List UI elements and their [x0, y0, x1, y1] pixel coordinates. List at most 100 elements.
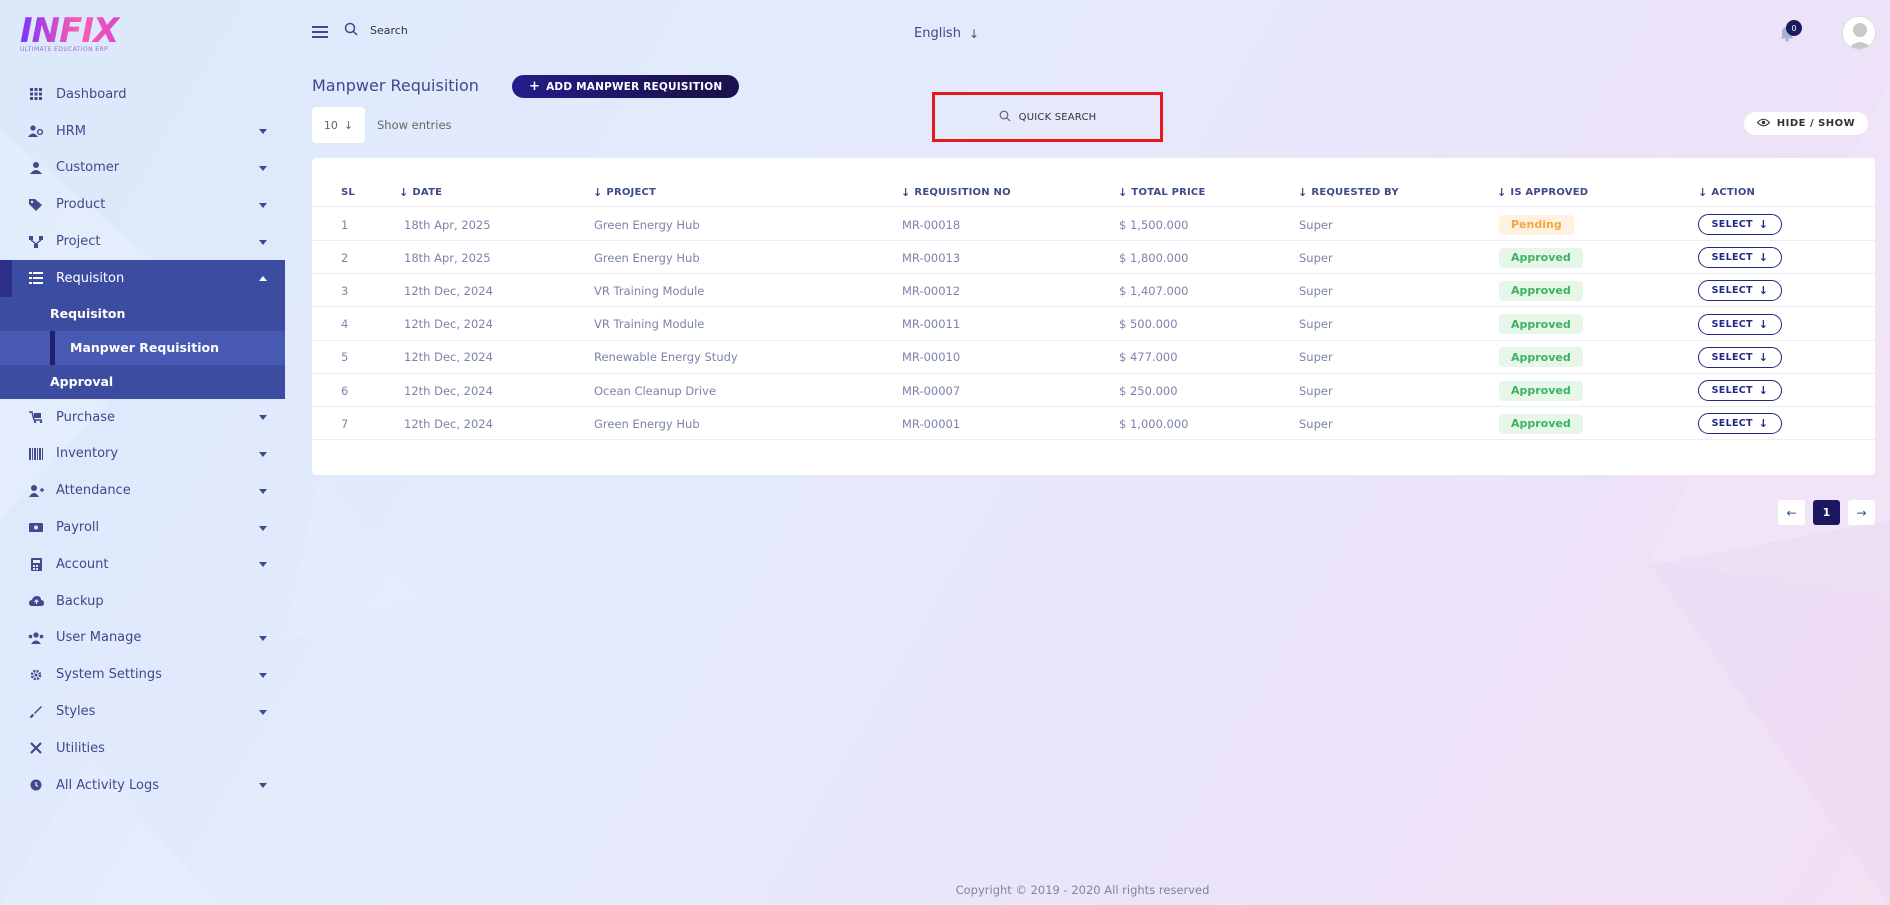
sidebar-item-activity-logs[interactable]: All Activity Logs [0, 767, 285, 804]
cell-req-no: MR-00013 [902, 250, 961, 265]
plus-icon: + [529, 79, 541, 94]
language-selector[interactable]: English ↓ [914, 26, 979, 41]
column-header-sl[interactable]: SL [341, 178, 355, 207]
select-label: SELECT [1711, 418, 1753, 430]
cell-by: Super [1299, 250, 1333, 265]
table-row: 5 12th Dec, 2024 Renewable Energy Study MR-… [312, 341, 1875, 374]
column-header-requisition-no[interactable]: ↓ REQUISITION NO [901, 178, 1011, 207]
cell-req-no: MR-00018 [902, 217, 961, 232]
sidebar-item-inventory[interactable]: Inventory [0, 436, 285, 473]
submenu-approval[interactable]: Approval [0, 365, 285, 399]
cell-date: 12th Dec, 2024 [404, 350, 493, 365]
logo[interactable]: INFIX ULTIMATE EDUCATION ERP [20, 14, 140, 58]
sidebar-item-styles[interactable]: Styles [0, 693, 285, 730]
column-header-action[interactable]: ↓ ACTION [1698, 178, 1755, 207]
cell-date: 12th Dec, 2024 [404, 383, 493, 398]
sidebar-item-label: Product [56, 197, 106, 213]
sidebar-item-purchase[interactable]: Purchase [0, 399, 285, 436]
notification-badge: 0 [1786, 20, 1802, 36]
select-action-button[interactable]: SELECT ↓ [1698, 413, 1782, 435]
quick-search-input[interactable]: QUICK SEARCH [932, 92, 1163, 142]
arrow-down-icon: ↓ [1758, 284, 1769, 298]
pagination-prev-button[interactable]: ← [1778, 500, 1805, 525]
submenu-requisition[interactable]: Requisiton [0, 297, 285, 331]
sidebar-item-label: Account [56, 556, 109, 572]
top-search[interactable]: Search [344, 22, 408, 39]
select-action-button[interactable]: SELECT ↓ [1698, 280, 1782, 302]
sidebar-item-system-settings[interactable]: System Settings [0, 656, 285, 693]
arrow-down-icon: ↓ [901, 186, 911, 199]
arrow-down-icon: ↓ [1758, 317, 1769, 331]
chevron-down-icon [259, 783, 267, 789]
sidebar-item-user-manage[interactable]: User Manage [0, 620, 285, 657]
sidebar-item-label: User Manage [56, 630, 142, 646]
logo-subtitle: ULTIMATE EDUCATION ERP [20, 46, 109, 53]
hamburger-menu-icon[interactable] [312, 26, 328, 40]
select-action-button[interactable]: SELECT ↓ [1698, 214, 1782, 235]
cell-req-no: MR-00001 [902, 416, 961, 431]
page-title: Manpwer Requisition [312, 76, 479, 95]
pagination-next-button[interactable]: → [1848, 500, 1875, 525]
cell-project: Green Energy Hub [594, 250, 700, 265]
settings-icon [28, 668, 44, 682]
sidebar-item-hrm[interactable]: HRM [0, 113, 285, 150]
sidebar-item-backup[interactable]: Backup [0, 583, 285, 620]
chevron-up-icon [259, 276, 267, 282]
column-header-project[interactable]: ↓ PROJECT [593, 178, 656, 207]
cell-req-no: MR-00011 [902, 317, 961, 332]
column-header-requested-by[interactable]: ↓ REQUESTED BY [1298, 178, 1399, 207]
dashboard-icon [28, 87, 44, 101]
arrow-down-icon: ↓ [1758, 417, 1769, 431]
table-row: 1 18th Apr, 2025 Green Energy Hub MR-00018 $… [312, 208, 1875, 241]
cell-by: Super [1299, 383, 1333, 398]
backup-icon [28, 594, 44, 608]
sidebar-item-label: Requisiton [56, 270, 125, 286]
arrow-down-icon: ↓ [1758, 384, 1769, 397]
arrow-down-icon: ↓ [1758, 251, 1769, 265]
sidebar-item-label: Dashboard [56, 86, 127, 102]
column-header-total-price[interactable]: ↓ TOTAL PRICE [1118, 178, 1206, 207]
search-icon [999, 110, 1011, 125]
user-avatar[interactable] [1842, 16, 1876, 50]
select-action-button[interactable]: SELECT ↓ [1698, 380, 1782, 401]
sidebar-item-product[interactable]: Product [0, 186, 285, 223]
select-action-button[interactable]: SELECT ↓ [1698, 247, 1782, 269]
sidebar-item-utilities[interactable]: Utilities [0, 730, 285, 767]
cell-req-no: MR-00007 [902, 383, 961, 398]
cell-req-no: MR-00010 [902, 350, 961, 365]
cell-action: SELECT ↓ [1698, 208, 1782, 241]
submenu-manpower-requisition[interactable]: Manpwer Requisition [0, 330, 285, 365]
cell-date: 12th Dec, 2024 [404, 317, 493, 332]
status-badge: Approved [1499, 380, 1583, 401]
select-action-button[interactable]: SELECT ↓ [1698, 346, 1782, 368]
arrow-down-icon: ↓ [343, 118, 354, 132]
table-header: SL ↓ DATE ↓ PROJECT ↓ REQUISITION NO ↓ TOTAL… [312, 178, 1875, 207]
add-manpower-requisition-button[interactable]: + ADD MANPWER REQUISITION [512, 75, 740, 98]
select-action-button[interactable]: SELECT ↓ [1698, 313, 1782, 335]
sidebar-item-account[interactable]: Account [0, 546, 285, 583]
sidebar-item-requisition[interactable]: Requisiton [0, 259, 285, 297]
sidebar-item-payroll[interactable]: Payroll [0, 509, 285, 546]
entries-value: 10 [323, 118, 338, 132]
cell-project: Ocean Cleanup Drive [594, 383, 716, 398]
sidebar-item-attendance[interactable]: Attendance [0, 472, 285, 509]
chevron-down-icon [259, 709, 267, 715]
column-header-is-approved[interactable]: ↓ IS APPROVED [1497, 178, 1588, 207]
status-badge: Approved [1499, 247, 1583, 268]
cell-date: 12th Dec, 2024 [404, 283, 493, 298]
sidebar-item-customer[interactable]: Customer [0, 150, 285, 187]
entries-select[interactable]: 10 ↓ [312, 107, 365, 143]
cell-by: Super [1299, 317, 1333, 332]
arrow-left-icon: ← [1786, 505, 1797, 520]
cell-price: $ 1,000.000 [1119, 416, 1189, 431]
chevron-down-icon [259, 488, 267, 494]
chevron-down-icon [259, 239, 267, 245]
cell-action: SELECT ↓ [1698, 374, 1782, 407]
hide-show-button[interactable]: HIDE / SHOW [1744, 112, 1868, 135]
column-header-date[interactable]: ↓ DATE [399, 178, 442, 207]
sidebar-item-project[interactable]: Project [0, 223, 285, 260]
sidebar-item-label: Utilities [56, 740, 105, 756]
pagination-page-button[interactable]: 1 [1813, 500, 1840, 525]
cell-date: 12th Dec, 2024 [404, 416, 493, 431]
sidebar-item-dashboard[interactable]: Dashboard [0, 76, 285, 113]
